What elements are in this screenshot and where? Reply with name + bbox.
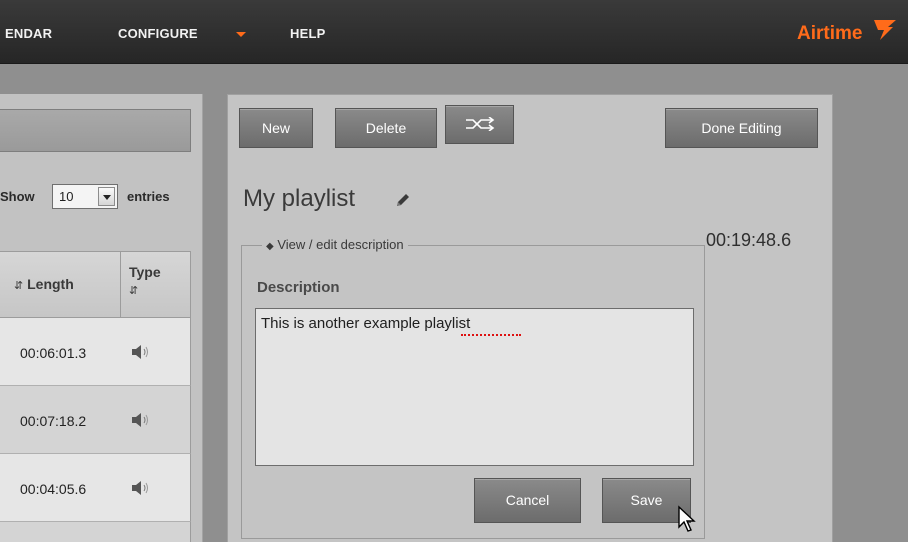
table-row[interactable] [0, 522, 191, 542]
speaker-icon [132, 481, 148, 495]
view-edit-description-toggle[interactable]: ◆ View / edit description [262, 237, 408, 252]
table-row[interactable]: 00:06:01.3 [0, 318, 191, 386]
top-navigation-bar: ENDAR CONFIGURE HELP Airtime [0, 0, 908, 64]
sort-icon: ⇵ [14, 280, 24, 292]
playlist-title[interactable]: My playlist [243, 185, 355, 213]
configure-dropdown-icon[interactable] [236, 32, 246, 37]
speaker-icon [132, 413, 148, 427]
entries-label: entries [127, 189, 170, 204]
speaker-icon [132, 345, 148, 359]
nav-help[interactable]: HELP [290, 26, 325, 41]
chevron-down-icon[interactable] [98, 187, 115, 206]
column-divider [120, 252, 121, 317]
page-size-select[interactable]: 10 [52, 184, 118, 209]
table-header: ⇵ Length Type ⇵ [0, 251, 191, 318]
length-cell: 00:04:05.6 [20, 481, 87, 497]
table-row[interactable]: 00:07:18.2 [0, 386, 191, 454]
shuffle-button[interactable] [445, 105, 514, 144]
sort-icon: ⇵ [129, 285, 139, 297]
playlist-editor-panel: New Delete Done Editing My playlist 00:1… [227, 94, 833, 542]
description-label: Description [257, 279, 340, 296]
done-editing-button[interactable]: Done Editing [665, 108, 818, 148]
spellcheck-underline [461, 332, 521, 336]
column-header-length[interactable]: ⇵ Length [14, 276, 74, 292]
description-textarea[interactable]: This is another example playlist [255, 308, 694, 466]
playlist-duration: 00:19:48.6 [706, 230, 792, 250]
pencil-icon[interactable] [394, 192, 411, 209]
library-toolbar [0, 109, 191, 152]
table-row[interactable]: 00:04:05.6 [0, 454, 191, 522]
description-fieldset: ◆ View / edit description Description Th… [241, 237, 705, 539]
nav-calendar[interactable]: ENDAR [5, 26, 52, 41]
column-header-type[interactable]: Type ⇵ [129, 264, 161, 300]
page-size-value: 10 [59, 189, 74, 204]
library-table: ⇵ Length Type ⇵ 00:06:01.3 00:07:18.2 00… [0, 251, 191, 542]
length-cell: 00:06:01.3 [20, 345, 87, 361]
description-text: This is another example playlist [261, 315, 471, 332]
brand-logo-text: Airtime [797, 23, 863, 44]
cancel-button[interactable]: Cancel [474, 478, 581, 523]
delete-button[interactable]: Delete [335, 108, 437, 148]
library-panel: Show 10 entries ⇵ Length Type ⇵ 00:06:01… [0, 94, 203, 542]
new-button[interactable]: New [239, 108, 313, 148]
length-cell: 00:07:18.2 [20, 413, 87, 429]
show-label: Show [0, 189, 35, 204]
nav-configure[interactable]: CONFIGURE [118, 26, 198, 41]
mouse-cursor-icon [678, 505, 696, 532]
expand-toggle-icon: ◆ [266, 241, 274, 252]
shuffle-icon [466, 117, 495, 131]
airtime-logo-icon [874, 20, 896, 40]
